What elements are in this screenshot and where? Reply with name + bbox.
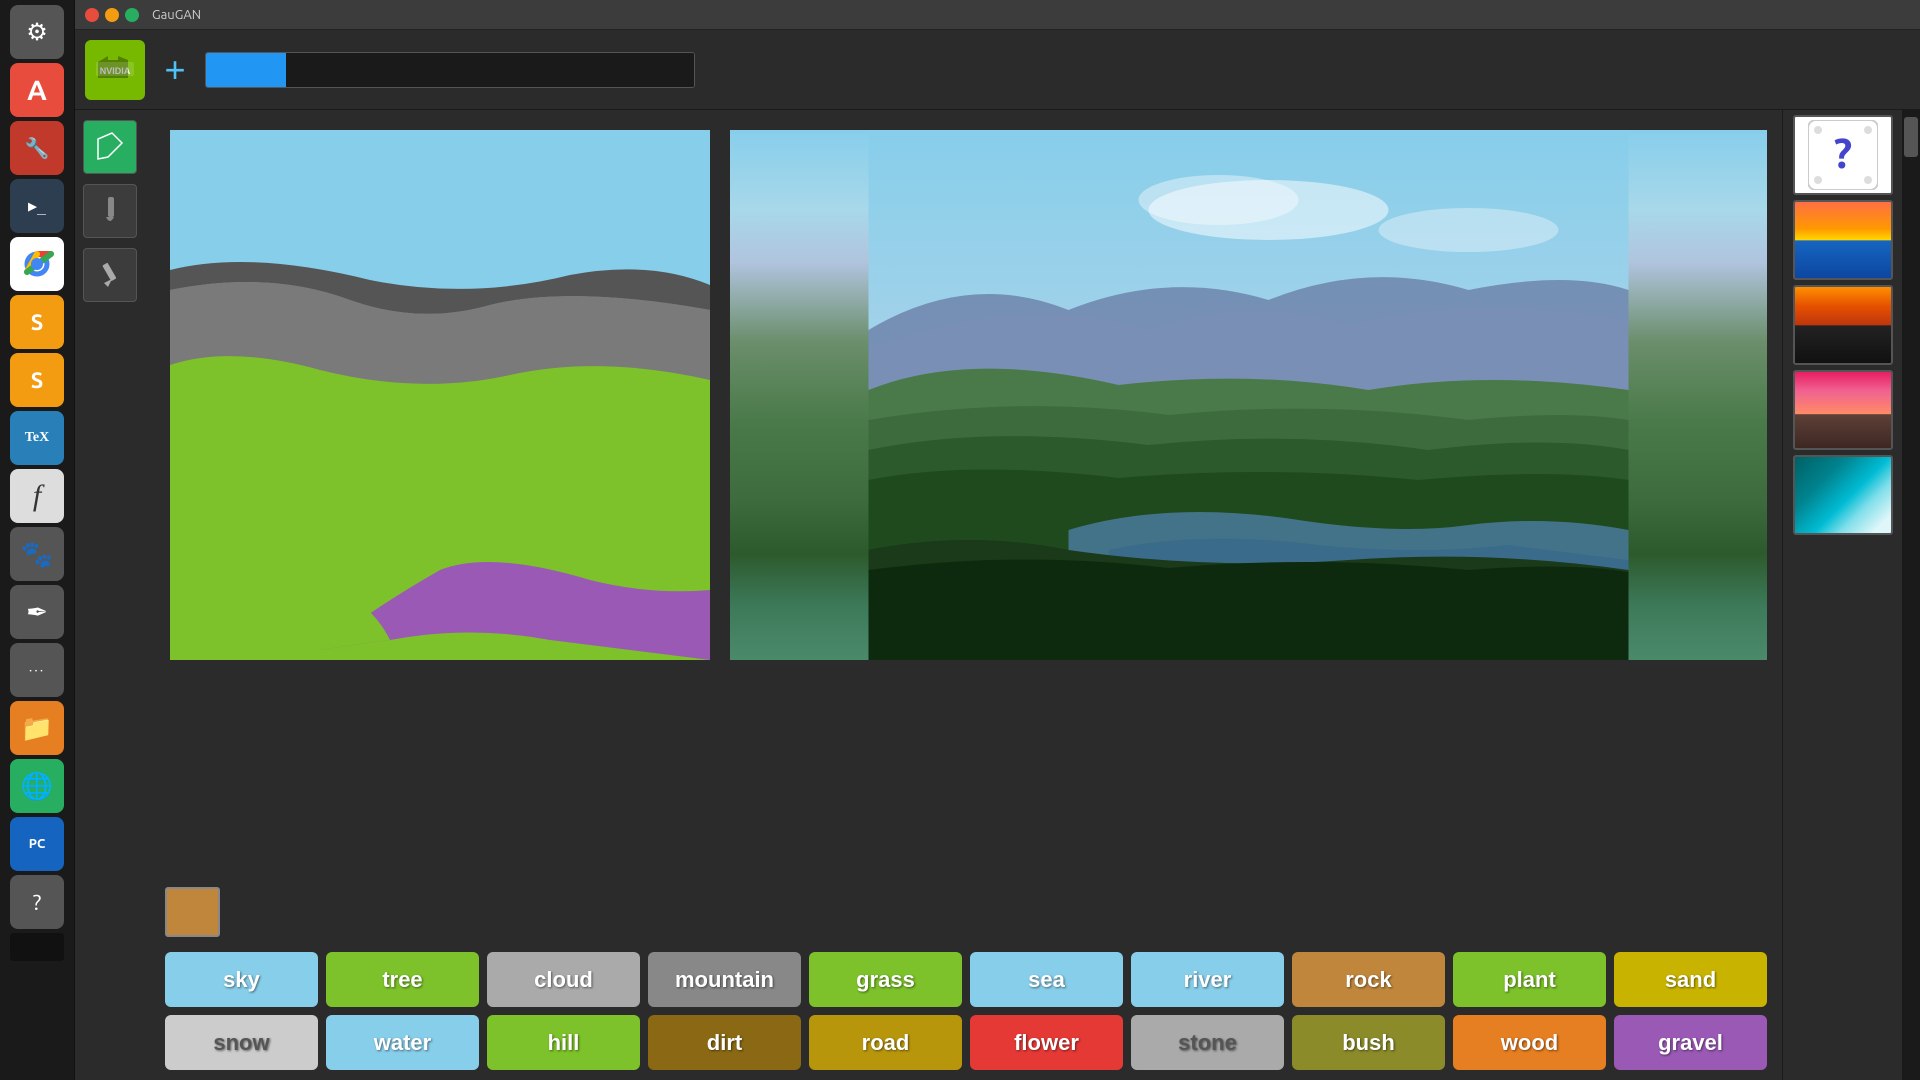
progress-empty: [286, 53, 694, 87]
label-cloud[interactable]: cloud: [487, 952, 640, 1007]
label-wood[interactable]: wood: [1453, 1015, 1606, 1070]
pencil-tool-button[interactable]: [83, 248, 137, 302]
thumbnail-random[interactable]: ?: [1793, 115, 1893, 195]
label-sand[interactable]: sand: [1614, 952, 1767, 1007]
dock-icon-tex[interactable]: TeX: [10, 411, 64, 465]
dock-icon-stylus[interactable]: ✒: [10, 585, 64, 639]
maximize-button[interactable]: [125, 8, 139, 22]
thumbnails-panel: ?: [1782, 110, 1902, 1080]
label-dirt[interactable]: dirt: [648, 1015, 801, 1070]
generated-canvas: [730, 130, 1767, 660]
add-button[interactable]: +: [155, 50, 195, 90]
drawing-canvas[interactable]: [170, 130, 710, 660]
label-bush[interactable]: bush: [1292, 1015, 1445, 1070]
label-sea[interactable]: sea: [970, 952, 1123, 1007]
label-grass[interactable]: grass: [809, 952, 962, 1007]
thumbnail-warm-sunset[interactable]: [1793, 370, 1893, 450]
label-water[interactable]: water: [326, 1015, 479, 1070]
selected-color-display: [165, 887, 220, 937]
labels-row-2: snow water hill dirt road flower stone b…: [165, 1015, 1767, 1070]
dock-icon-fontviewer[interactable]: f: [10, 469, 64, 523]
label-sky[interactable]: sky: [165, 952, 318, 1007]
app-window: GauGAN NVIDIA +: [75, 0, 1920, 1080]
dock-icon-chrome[interactable]: [10, 237, 64, 291]
tool-panel: [75, 110, 145, 1080]
label-flower[interactable]: flower: [970, 1015, 1123, 1070]
nvidia-logo: NVIDIA: [85, 40, 145, 100]
dock-icon-font[interactable]: A: [10, 63, 64, 117]
right-panel: ?: [1782, 110, 1920, 1080]
dock-icon-bottom: [10, 933, 64, 961]
dock-icon-sublime2[interactable]: S: [10, 353, 64, 407]
svg-text:?: ?: [1833, 129, 1851, 176]
progress-bar: [205, 52, 695, 88]
progress-fill: [206, 53, 286, 87]
dock-icon-pc[interactable]: PC: [10, 817, 64, 871]
bottom-panel: sky tree cloud mountain grass sea river …: [145, 877, 1782, 1080]
app-body: sky tree cloud mountain grass sea river …: [75, 110, 1920, 1080]
dock-icon-dots[interactable]: ···: [10, 643, 64, 697]
dock-icon-filemanager[interactable]: 📁: [10, 701, 64, 755]
window-controls: [85, 8, 139, 22]
dock-icon-tools[interactable]: 🔧: [10, 121, 64, 175]
thumbnail-sunset[interactable]: [1793, 200, 1893, 280]
label-stone[interactable]: stone: [1131, 1015, 1284, 1070]
canvases-wrapper: [145, 110, 1782, 877]
dock-icon-sublime1[interactable]: S: [10, 295, 64, 349]
generated-image: [730, 130, 1767, 660]
label-hill[interactable]: hill: [487, 1015, 640, 1070]
labels-row-1: sky tree cloud mountain grass sea river …: [165, 952, 1767, 1007]
label-plant[interactable]: plant: [1453, 952, 1606, 1007]
label-snow[interactable]: snow: [165, 1015, 318, 1070]
label-river[interactable]: river: [1131, 952, 1284, 1007]
toolbar: NVIDIA +: [75, 30, 1920, 110]
brush-tool-button[interactable]: [83, 184, 137, 238]
system-dock: ⚙ A 🔧 ▶_ S S TeX f 🐾 ✒ ··· 📁 🌐 PC ?: [0, 0, 75, 1080]
label-tree[interactable]: tree: [326, 952, 479, 1007]
dock-icon-help[interactable]: ?: [10, 875, 64, 929]
scrollbar-right[interactable]: [1902, 110, 1920, 1080]
labels-area: sky tree cloud mountain grass sea river …: [155, 942, 1772, 1080]
minimize-button[interactable]: [105, 8, 119, 22]
dock-icon-terminal[interactable]: ▶_: [10, 179, 64, 233]
thumbnail-mountain-dark[interactable]: [1793, 285, 1893, 365]
scrollbar-thumb[interactable]: [1904, 117, 1918, 157]
label-gravel[interactable]: gravel: [1614, 1015, 1767, 1070]
dock-icon-gimp[interactable]: 🐾: [10, 527, 64, 581]
title-bar: GauGAN: [75, 0, 1920, 30]
fill-tool-button[interactable]: [83, 120, 137, 174]
label-road[interactable]: road: [809, 1015, 962, 1070]
color-palette: [155, 882, 1772, 942]
label-rock[interactable]: rock: [1292, 952, 1445, 1007]
thumbnail-wave[interactable]: [1793, 455, 1893, 535]
close-button[interactable]: [85, 8, 99, 22]
window-title: GauGAN: [152, 8, 201, 22]
dock-icon-settings[interactable]: ⚙: [10, 5, 64, 59]
center-area: sky tree cloud mountain grass sea river …: [145, 110, 1782, 1080]
dock-icon-globe[interactable]: 🌐: [10, 759, 64, 813]
label-mountain[interactable]: mountain: [648, 952, 801, 1007]
